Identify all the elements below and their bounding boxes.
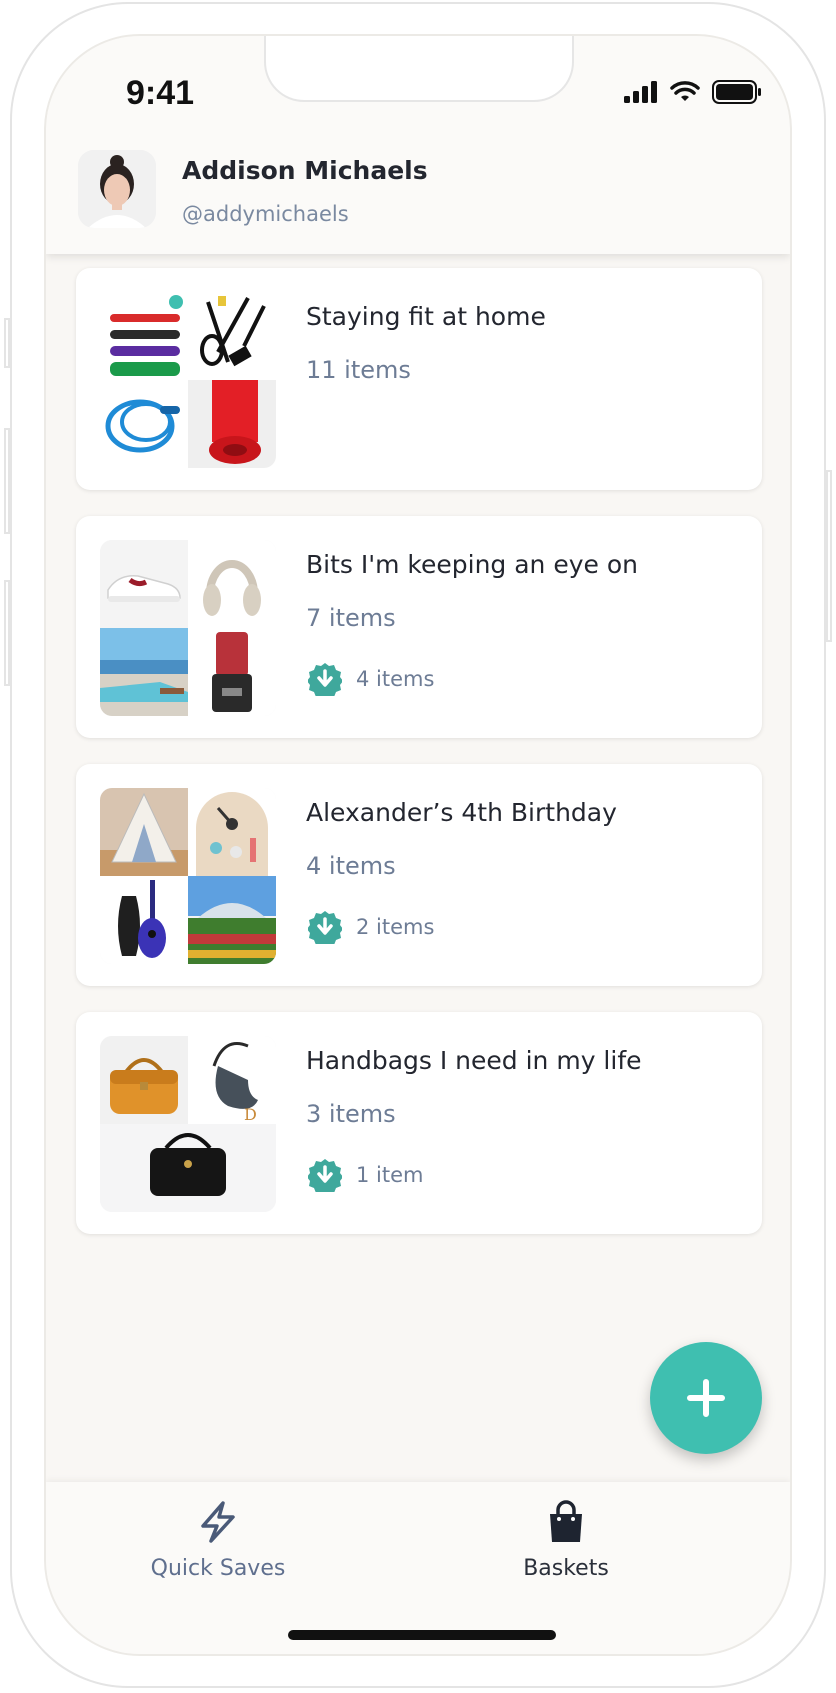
basket-item-count: 11 items bbox=[306, 356, 411, 384]
thumbnail-resistance-bands bbox=[100, 292, 188, 380]
purchased-status: 2 items bbox=[308, 910, 434, 944]
purchased-status: 4 items bbox=[308, 662, 434, 696]
battery-icon bbox=[712, 80, 761, 104]
add-basket-button[interactable] bbox=[650, 1342, 762, 1454]
download-badge-icon bbox=[308, 663, 342, 696]
thumbnail-jump-rope bbox=[100, 380, 188, 468]
status-time: 9:41 bbox=[126, 74, 195, 112]
thumbnail-sneakers bbox=[100, 540, 188, 628]
basket-title: Alexander’s 4th Birthday bbox=[306, 798, 617, 827]
thumbnail-saddle-bag: D bbox=[188, 1036, 276, 1124]
device-side-button bbox=[826, 470, 832, 642]
download-badge-icon bbox=[308, 911, 342, 944]
basket-item-count: 4 items bbox=[306, 852, 396, 880]
purchased-count: 1 item bbox=[356, 1163, 424, 1187]
thumbnail-garden-greenhouse bbox=[188, 876, 276, 964]
device-side-button bbox=[4, 318, 10, 368]
tab-label: Quick Saves bbox=[150, 1556, 286, 1581]
basket-thumbnail-grid bbox=[100, 788, 276, 964]
tab-quick-saves[interactable]: Quick Saves bbox=[118, 1500, 318, 1581]
purchased-count: 2 items bbox=[356, 915, 435, 939]
thumbnail-yoga-mat bbox=[188, 380, 276, 468]
avatar[interactable] bbox=[78, 150, 156, 228]
download-badge-icon bbox=[308, 1159, 342, 1192]
user-handle: @addymichaels bbox=[182, 202, 349, 226]
basket-card[interactable]: Bits I'm keeping an eye on 7 items 4 ite… bbox=[76, 516, 762, 738]
basket-item-count: 3 items bbox=[306, 1100, 396, 1128]
tab-label: Baskets bbox=[523, 1556, 609, 1581]
bottom-tab-bar: Quick Saves Baskets bbox=[46, 1482, 790, 1654]
home-indicator[interactable] bbox=[288, 1630, 556, 1640]
device-notch bbox=[264, 36, 574, 102]
app-screen: 9:41 Addison Michaels @addymichaels Stay… bbox=[44, 34, 792, 1656]
lightning-icon bbox=[201, 1501, 235, 1543]
shopping-bag-icon bbox=[550, 1500, 582, 1542]
thumbnail-suspension-trainer bbox=[188, 292, 276, 380]
cellular-signal-icon bbox=[624, 81, 657, 103]
basket-title: Handbags I need in my life bbox=[306, 1046, 642, 1075]
basket-title: Bits I'm keeping an eye on bbox=[306, 550, 638, 579]
plus-icon bbox=[687, 1379, 725, 1417]
basket-card[interactable]: Staying fit at home 11 items bbox=[76, 268, 762, 490]
basket-thumbnail-grid bbox=[100, 292, 276, 468]
thumbnail-tan-satchel bbox=[100, 1036, 188, 1124]
tab-baskets[interactable]: Baskets bbox=[466, 1500, 666, 1581]
device-side-button bbox=[4, 428, 10, 534]
purchased-status: 1 item bbox=[308, 1158, 423, 1192]
thumbnail-guitar bbox=[100, 876, 188, 964]
thumbnail-blender bbox=[188, 628, 276, 716]
basket-thumbnail-grid: D bbox=[100, 1036, 276, 1212]
thumbnail-play-tent bbox=[100, 788, 188, 876]
basket-title: Staying fit at home bbox=[306, 302, 546, 331]
thumbnail-black-handbag bbox=[100, 1124, 276, 1212]
svg-text:D: D bbox=[244, 1105, 257, 1124]
basket-thumbnail-grid bbox=[100, 540, 276, 716]
thumbnail-headphones bbox=[188, 540, 276, 628]
status-icons bbox=[624, 80, 762, 104]
basket-card[interactable]: Alexander’s 4th Birthday 4 items 2 items bbox=[76, 764, 762, 986]
device-side-button bbox=[4, 580, 10, 686]
thumbnail-pool-view bbox=[100, 628, 188, 716]
basket-card[interactable]: D Handbags I need in my life 3 items 1 i… bbox=[76, 1012, 762, 1234]
thumbnail-weather-board bbox=[188, 788, 276, 876]
profile-header: 9:41 Addison Michaels @addymichaels bbox=[46, 36, 790, 254]
wifi-icon bbox=[670, 81, 700, 101]
user-name: Addison Michaels bbox=[182, 156, 428, 185]
basket-item-count: 7 items bbox=[306, 604, 396, 632]
purchased-count: 4 items bbox=[356, 667, 435, 691]
